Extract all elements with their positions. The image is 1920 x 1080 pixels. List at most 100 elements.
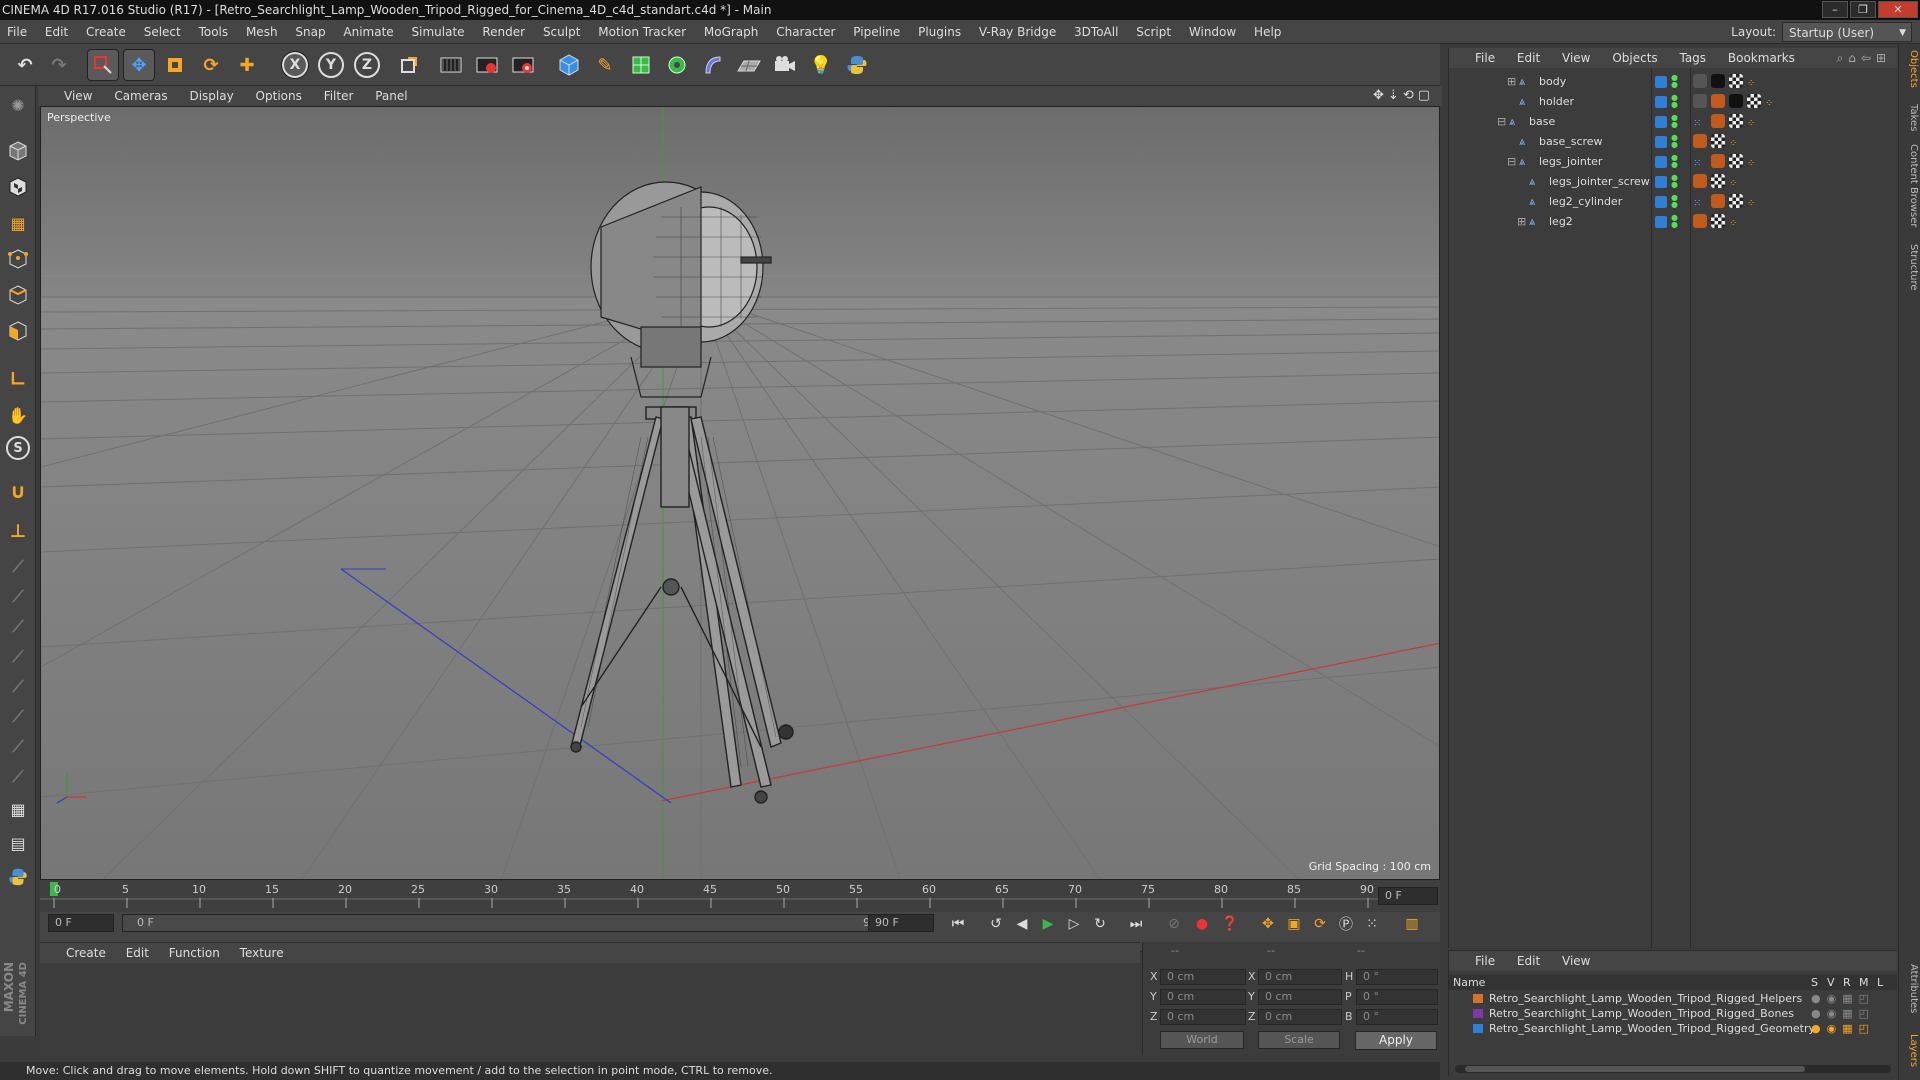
3d-viewport[interactable]: Perspective Grid Spacing : 100 cm bbox=[40, 106, 1440, 880]
world-coords-icon[interactable] bbox=[394, 50, 424, 80]
constraint-tag-icon[interactable] bbox=[1711, 194, 1725, 208]
layer-lock-icon[interactable]: ▦ bbox=[3, 794, 33, 824]
end-frame-field[interactable]: 90 F bbox=[868, 914, 934, 932]
y-axis-icon[interactable]: Y bbox=[318, 52, 344, 78]
viewport-menu-panel[interactable]: Panel bbox=[366, 86, 416, 106]
viewport-nav-icons[interactable]: ✥⇣⟲▢ bbox=[1373, 86, 1434, 106]
weight-tag-icon[interactable]: ⁘ bbox=[1729, 134, 1743, 149]
start-frame-field[interactable]: 0 F bbox=[48, 914, 114, 932]
key-move-icon[interactable]: ✥ bbox=[1256, 912, 1280, 936]
object-menu-bookmarks[interactable]: Bookmarks bbox=[1719, 48, 1804, 68]
play-reverse-loop-icon[interactable]: ↺ bbox=[984, 912, 1008, 936]
object-menu-view[interactable]: View bbox=[1553, 48, 1599, 68]
deformer-icon[interactable] bbox=[698, 50, 728, 80]
constraint-tag-icon[interactable] bbox=[1711, 154, 1725, 168]
material-menu-edit[interactable]: Edit bbox=[118, 943, 157, 963]
timeline-window-icon[interactable]: ▥ bbox=[1400, 912, 1424, 936]
polygon-mode-icon[interactable] bbox=[3, 316, 33, 346]
layer-menu-file[interactable]: File bbox=[1449, 951, 1504, 971]
magnet-icon[interactable]: ∪ bbox=[3, 476, 33, 506]
menu-snap[interactable]: Snap bbox=[288, 20, 332, 44]
object-row-leg2-cylinder[interactable]: ⩓ leg2_cylinder ● ● ⁙ ⁘ bbox=[1449, 192, 1897, 212]
light-icon[interactable]: 💡 bbox=[806, 50, 836, 80]
constraint-tag-icon[interactable] bbox=[1711, 94, 1725, 108]
tab-layers[interactable]: Layers bbox=[1901, 1034, 1919, 1067]
visibility-dots[interactable]: ● ● bbox=[1671, 114, 1678, 129]
x-axis-icon[interactable]: X bbox=[281, 51, 309, 79]
render-picture-queue-icon[interactable] bbox=[472, 50, 502, 80]
rotation-h-field[interactable]: 0 ° bbox=[1356, 969, 1438, 985]
close-button[interactable]: ✕ bbox=[1878, 1, 1918, 18]
layer-row-geometry[interactable]: Retro_Searchlight_Lamp_Wooden_Tripod_Rig… bbox=[1449, 1021, 1897, 1036]
weight-tag-icon[interactable]: ⁘ bbox=[1747, 74, 1761, 89]
python-script-icon[interactable] bbox=[3, 862, 33, 892]
weight-tag-icon[interactable]: ⁘ bbox=[1747, 194, 1761, 209]
layer-flags[interactable]: ●◉▦◰ bbox=[1811, 1021, 1875, 1036]
layer-horizontal-scrollbar[interactable] bbox=[1455, 1065, 1891, 1073]
weight-tag-icon[interactable]: ⁘ bbox=[1747, 154, 1761, 169]
menu-edit[interactable]: Edit bbox=[38, 20, 75, 44]
python-icon[interactable] bbox=[842, 50, 872, 80]
maximize-button[interactable]: ❐ bbox=[1850, 1, 1876, 18]
menu-file[interactable]: File bbox=[0, 20, 34, 44]
workplane-axis-icon[interactable]: ⊥ bbox=[3, 516, 33, 546]
position-y-field[interactable]: 0 cm bbox=[1160, 989, 1246, 1005]
constraint-tag-icon[interactable] bbox=[1693, 174, 1707, 188]
texture-tag-icon[interactable] bbox=[1729, 154, 1743, 168]
menu-script[interactable]: Script bbox=[1129, 20, 1178, 44]
texture-tag-icon[interactable] bbox=[1747, 94, 1761, 108]
viewport-menu-filter[interactable]: Filter bbox=[315, 86, 363, 106]
key-scale-icon[interactable]: ▣ bbox=[1282, 912, 1306, 936]
object-menu-objects[interactable]: Objects bbox=[1603, 48, 1666, 68]
play-icon[interactable]: ▶ bbox=[1036, 912, 1060, 936]
position-x-field[interactable]: 0 cm bbox=[1160, 969, 1246, 985]
edge-mode-icon[interactable] bbox=[3, 280, 33, 310]
step-back-icon[interactable]: ◀ bbox=[1010, 912, 1034, 936]
texture-tag-icon[interactable] bbox=[1711, 174, 1725, 188]
brush-tool-3-icon[interactable]: ⟋ bbox=[3, 612, 33, 642]
viewport-menu-options[interactable]: Options bbox=[247, 86, 311, 106]
layer-color-swatch[interactable] bbox=[1473, 994, 1483, 1003]
menu-sculpt[interactable]: Sculpt bbox=[536, 20, 587, 44]
texture-tag-icon[interactable] bbox=[1711, 134, 1725, 148]
menu-select[interactable]: Select bbox=[137, 20, 188, 44]
undo-icon[interactable]: ↶ bbox=[10, 50, 40, 80]
brush-tool-7-icon[interactable]: ⟋ bbox=[3, 732, 33, 762]
material-menu-create[interactable]: Create bbox=[40, 943, 114, 963]
pose-tag-icon[interactable]: ⁙ bbox=[1693, 154, 1707, 169]
apply-button[interactable]: Apply bbox=[1355, 1031, 1437, 1050]
constraint-tag-icon[interactable] bbox=[1693, 134, 1707, 148]
move-alt-icon[interactable]: ✚ bbox=[232, 50, 262, 80]
brush-tool-8-icon[interactable]: ⟋ bbox=[3, 762, 33, 792]
pose-tag-icon[interactable]: ⁙ bbox=[1693, 194, 1707, 209]
material-tag-icon[interactable] bbox=[1729, 94, 1743, 108]
camera-icon[interactable] bbox=[770, 50, 800, 80]
viewport-camera-label[interactable]: Perspective bbox=[47, 111, 111, 124]
texture-tag-icon[interactable] bbox=[1729, 194, 1743, 208]
brush-tool-1-icon[interactable]: ⟋ bbox=[3, 552, 33, 582]
material-tag-icon[interactable] bbox=[1711, 74, 1725, 88]
tab-objects[interactable]: Objects bbox=[1901, 50, 1919, 88]
visibility-dots[interactable]: ● ● bbox=[1671, 94, 1678, 109]
autokey-icon[interactable]: ❓ bbox=[1218, 912, 1242, 936]
coord-type-select[interactable]: Scale bbox=[1258, 1031, 1340, 1049]
visibility-dots[interactable]: ● ● bbox=[1671, 134, 1678, 149]
sculpt-brush-icon[interactable]: ✺ bbox=[3, 90, 33, 120]
size-y-field[interactable]: 0 cm bbox=[1258, 989, 1342, 1005]
size-x-field[interactable]: 0 cm bbox=[1258, 969, 1342, 985]
menu-mesh[interactable]: Mesh bbox=[239, 20, 285, 44]
model-mode-icon[interactable] bbox=[3, 136, 33, 166]
menu-plugins[interactable]: Plugins bbox=[911, 20, 968, 44]
layer-menu-view[interactable]: View bbox=[1553, 951, 1599, 971]
tag-column-divider[interactable] bbox=[1690, 68, 1691, 948]
texture-mode-icon[interactable] bbox=[3, 172, 33, 202]
record-icon[interactable]: ● bbox=[1190, 912, 1214, 936]
record-disabled-icon[interactable]: ⊘ bbox=[1162, 912, 1186, 936]
key-rotate-icon[interactable]: ⟳ bbox=[1308, 912, 1332, 936]
texture-tag-icon[interactable] bbox=[1729, 74, 1743, 88]
point-mode-icon[interactable] bbox=[3, 244, 33, 274]
constraint-tag-icon[interactable] bbox=[1711, 114, 1725, 128]
menu-help[interactable]: Help bbox=[1247, 20, 1288, 44]
goto-end-icon[interactable]: ⏭ bbox=[1124, 912, 1148, 936]
menu-pipeline[interactable]: Pipeline bbox=[846, 20, 907, 44]
